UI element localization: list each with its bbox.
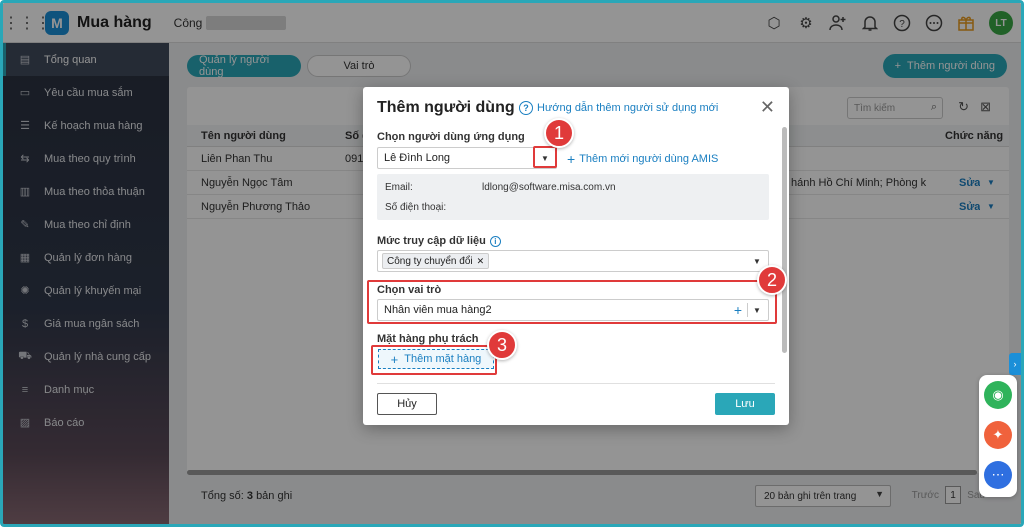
dialog-title: Thêm người dùng bbox=[377, 99, 515, 116]
close-icon[interactable]: ✕ bbox=[760, 97, 775, 118]
ai-sparkle-icon[interactable]: ✦ bbox=[984, 421, 1012, 449]
select-user-value: Lê Đình Long bbox=[384, 152, 451, 164]
access-level-select[interactable]: Công ty chuyển đổi ✕ ▼ bbox=[377, 250, 769, 272]
question-icon: ? bbox=[519, 101, 533, 115]
help-guide-link[interactable]: ? Hướng dẫn thêm người sử dụng mới bbox=[519, 101, 718, 115]
info-icon[interactable]: i bbox=[489, 235, 501, 247]
annotation-box-2 bbox=[367, 280, 777, 324]
expand-panel-tab[interactable]: › bbox=[1009, 353, 1021, 375]
user-info-box: Email: ldlong@software.misa.com.vn Số đi… bbox=[377, 174, 769, 220]
access-chip-label: Công ty chuyển đổi bbox=[387, 255, 473, 267]
annotation-badge-1: 1 bbox=[544, 118, 574, 148]
email-key: Email: bbox=[385, 182, 413, 193]
email-value: ldlong@software.misa.com.vn bbox=[482, 182, 616, 193]
messenger-icon[interactable]: ⋯ bbox=[984, 461, 1012, 489]
dialog-scrollbar[interactable] bbox=[782, 127, 787, 353]
help-link-text: Hướng dẫn thêm người sử dụng mới bbox=[537, 102, 719, 114]
access-chip: Công ty chuyển đổi ✕ bbox=[382, 253, 490, 269]
floating-actions: ◉ ✦ ⋯ bbox=[979, 375, 1017, 497]
plus-icon: + bbox=[567, 151, 576, 167]
select-user-label: Chọn người dùng ứng dụng bbox=[377, 131, 525, 143]
add-amis-text: Thêm mới người dùng AMIS bbox=[579, 153, 719, 165]
chat-bot-icon[interactable]: ◉ bbox=[984, 381, 1012, 409]
phone-key: Số điện thoại: bbox=[385, 202, 447, 213]
remove-chip-icon[interactable]: ✕ bbox=[477, 256, 485, 267]
items-label: Mặt hàng phụ trách bbox=[377, 333, 479, 345]
footer-divider bbox=[377, 383, 775, 384]
annotation-box-3 bbox=[371, 345, 497, 375]
cancel-button[interactable]: Hủy bbox=[377, 393, 437, 415]
annotation-badge-3: 3 bbox=[487, 330, 517, 360]
annotation-box-1 bbox=[533, 146, 557, 168]
select-user-dropdown[interactable]: Lê Đình Long ▼ bbox=[377, 147, 557, 169]
access-level-label: Mức truy cập dữ liệu i bbox=[377, 235, 501, 247]
access-level-text: Mức truy cập dữ liệu bbox=[377, 235, 486, 247]
save-button[interactable]: Lưu bbox=[715, 393, 775, 415]
add-amis-user-link[interactable]: + Thêm mới người dùng AMIS bbox=[567, 151, 718, 167]
app-frame: ⋮⋮⋮ M Mua hàng Công ⬡ ⚙ ? LT ▤ Tổng quan… bbox=[0, 0, 1024, 527]
annotation-badge-2: 2 bbox=[757, 265, 787, 295]
